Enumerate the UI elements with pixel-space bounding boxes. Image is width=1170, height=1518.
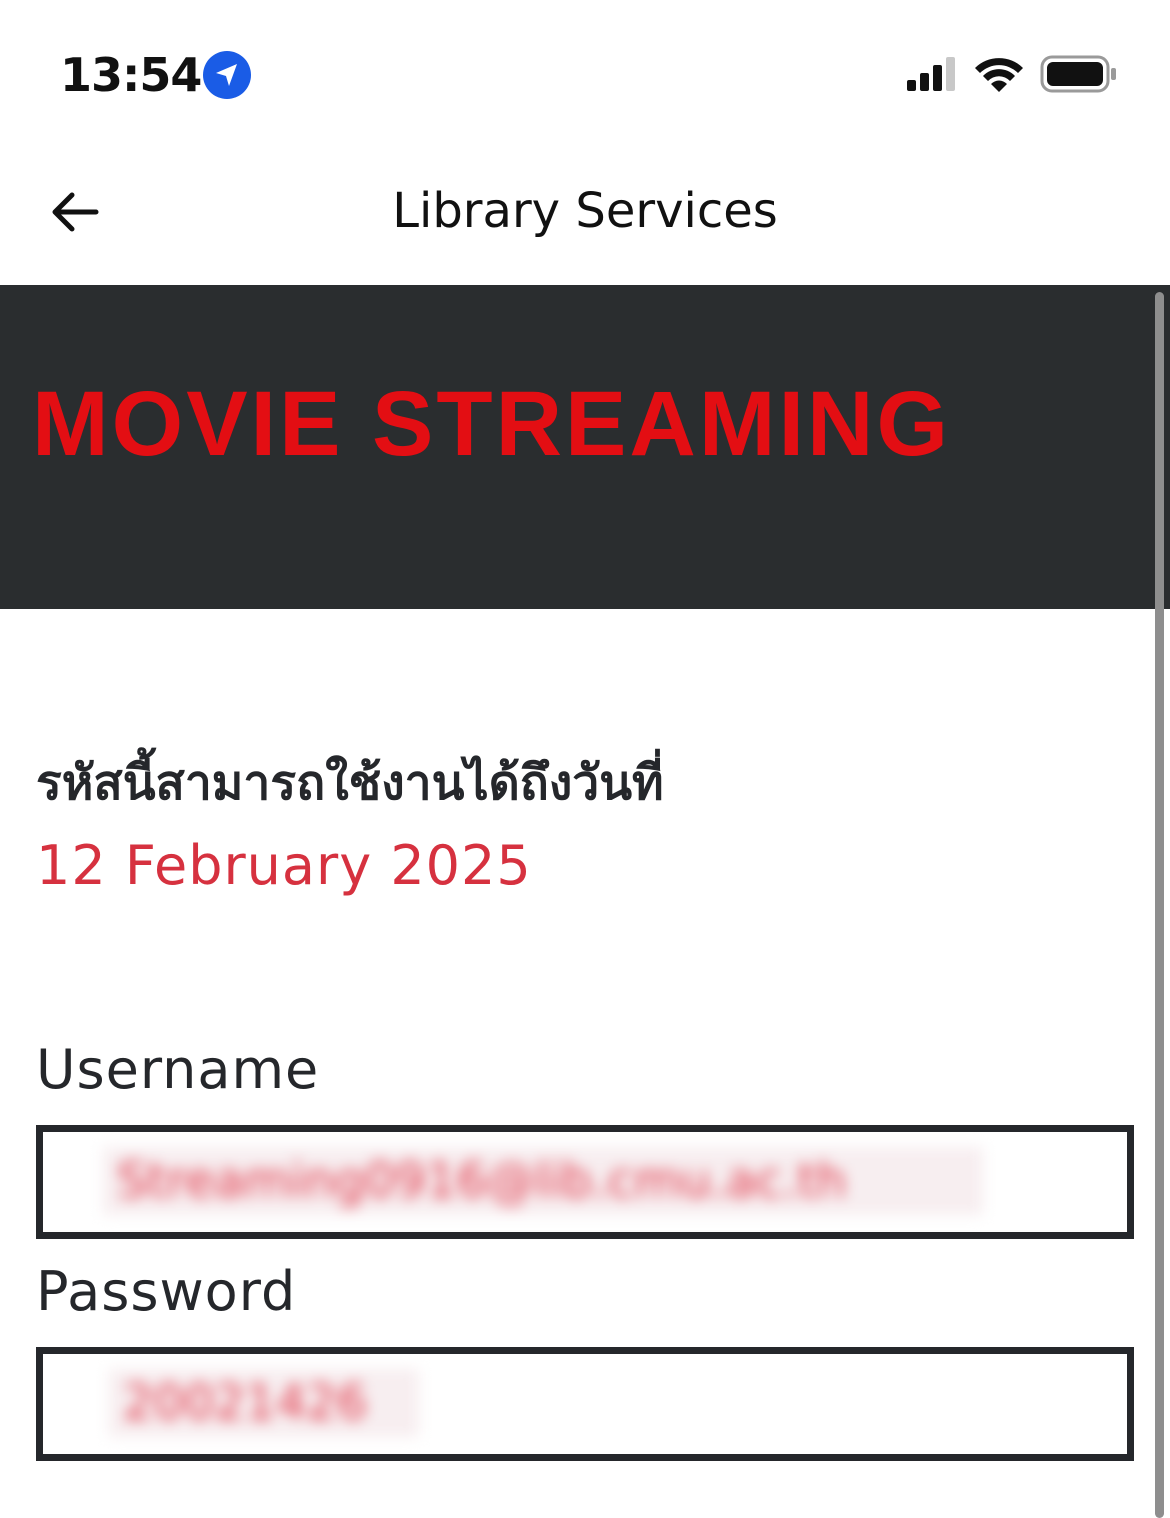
cellular-signal-icon bbox=[907, 57, 955, 91]
location-arrow-icon bbox=[203, 51, 251, 99]
movie-streaming-banner: MOVIE STREAMING bbox=[0, 285, 1170, 609]
app-header: Library Services bbox=[0, 150, 1170, 285]
status-time: 13:54 bbox=[60, 48, 202, 102]
password-field[interactable]: 20021426 bbox=[36, 1347, 1134, 1461]
battery-icon bbox=[1040, 55, 1116, 93]
username-label: Username bbox=[36, 1038, 320, 1101]
username-value: Streaming0916@lib.cmu.ac.th bbox=[103, 1147, 983, 1215]
status-bar: 13:54 bbox=[0, 0, 1170, 150]
banner-title: MOVIE STREAMING bbox=[32, 373, 952, 475]
expiry-date: 12 February 2025 bbox=[36, 834, 532, 897]
wifi-icon bbox=[975, 58, 1023, 92]
page-title: Library Services bbox=[392, 183, 778, 239]
expiry-label: รหัสนี้สามารถใช้งานได้ถึงวันที่ bbox=[36, 755, 664, 811]
username-field[interactable]: Streaming0916@lib.cmu.ac.th bbox=[36, 1125, 1134, 1239]
password-label: Password bbox=[36, 1260, 297, 1323]
password-value: 20021426 bbox=[109, 1369, 419, 1437]
scrollbar[interactable] bbox=[1155, 292, 1164, 1518]
